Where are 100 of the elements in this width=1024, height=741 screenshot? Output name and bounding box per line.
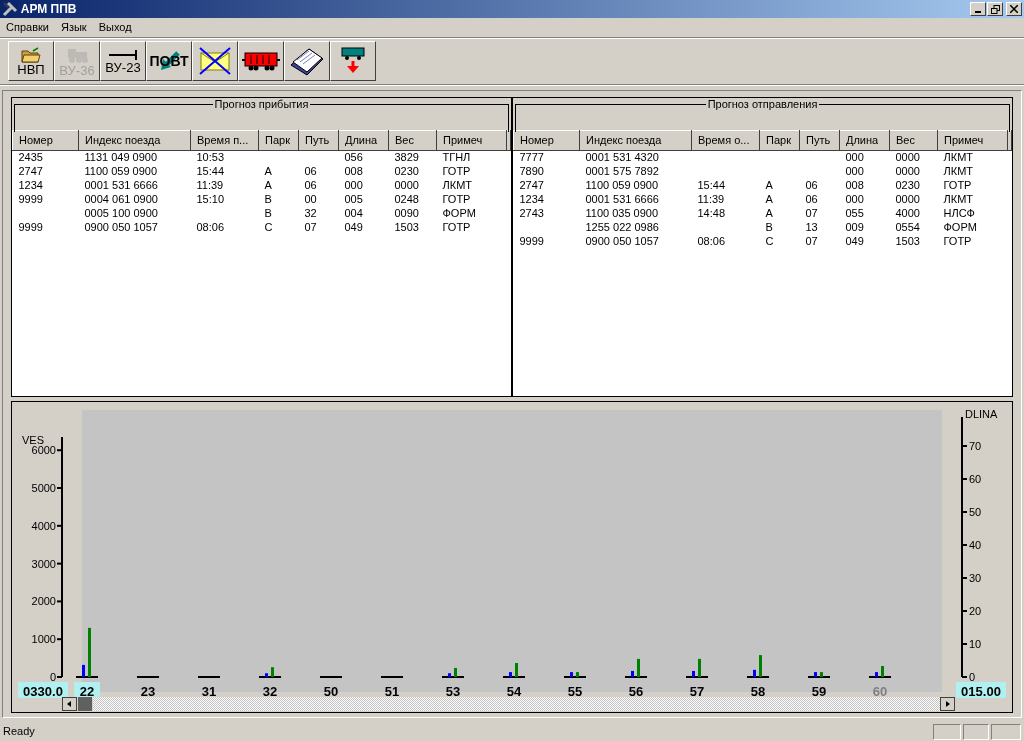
table-cell: ЛКМТ bbox=[442, 178, 472, 191]
column-header[interactable]: Вес bbox=[388, 130, 437, 150]
column-header[interactable]: Путь bbox=[799, 130, 840, 150]
window-title: АРМ ППВ bbox=[20, 1, 77, 18]
table-cell: 1255 022 0986 bbox=[585, 220, 659, 233]
table-cell: 009 bbox=[845, 220, 864, 233]
table-cell: ТГНЛ bbox=[442, 150, 471, 163]
table-cell: 056 bbox=[344, 150, 363, 163]
column-header[interactable]: Примеч bbox=[937, 130, 1008, 150]
table-cell: А bbox=[264, 164, 272, 177]
column-header[interactable]: Номер bbox=[513, 130, 580, 150]
table-cell: 07 bbox=[304, 220, 317, 233]
toolbar-button[interactable] bbox=[238, 41, 284, 81]
category-label[interactable]: 55 bbox=[567, 684, 583, 699]
column-header[interactable]: Индекс поезда bbox=[78, 130, 191, 150]
column-header[interactable]: Парк bbox=[759, 130, 800, 150]
status-pane bbox=[933, 723, 961, 740]
category-label[interactable]: 31 bbox=[201, 684, 217, 699]
table-cell: ГОТР bbox=[442, 164, 471, 177]
column-header[interactable]: Длина bbox=[338, 130, 389, 150]
category-label[interactable]: 57 bbox=[689, 684, 705, 699]
category-label[interactable]: 53 bbox=[445, 684, 461, 699]
column-header[interactable]: Номер bbox=[12, 130, 79, 150]
table-cell: 0000 bbox=[394, 178, 419, 191]
tick-label: 70 bbox=[969, 440, 982, 452]
category-label[interactable]: 54 bbox=[506, 684, 522, 699]
table-cell: 15:10 bbox=[196, 192, 225, 205]
tick-label: 40 bbox=[969, 539, 982, 551]
table-cell: С bbox=[264, 220, 273, 233]
menu-item[interactable]: Справки bbox=[0, 17, 55, 38]
table-cell: 1234 bbox=[18, 178, 43, 191]
table-cell: А bbox=[264, 178, 272, 191]
panel-title: Прогноз отправления bbox=[705, 98, 820, 110]
table-cell: 008 bbox=[845, 178, 864, 191]
column-header[interactable]: Парк bbox=[258, 130, 299, 150]
category-label[interactable]: 50 bbox=[323, 684, 339, 699]
line-end-icon bbox=[108, 48, 138, 61]
toolbar-button[interactable]: НВП bbox=[8, 41, 54, 81]
toolbar-button[interactable]: ВУ-23 bbox=[100, 41, 146, 81]
column-header[interactable]: Время о... bbox=[691, 130, 760, 150]
column-header[interactable]: Индекс поезда bbox=[579, 130, 692, 150]
axis-label: VES bbox=[22, 434, 44, 446]
table-cell: ЛКМТ bbox=[943, 164, 973, 177]
table-cell: ГОТР bbox=[442, 220, 471, 233]
column-header[interactable]: Вес bbox=[889, 130, 938, 150]
table-cell: 1100 059 0900 bbox=[585, 178, 659, 191]
table-cell: 1503 bbox=[394, 220, 419, 233]
category-label[interactable]: 22 bbox=[74, 682, 100, 699]
table-cell: 000 bbox=[344, 178, 363, 191]
close-button[interactable] bbox=[1006, 2, 1022, 16]
category-label[interactable]: 51 bbox=[384, 684, 400, 699]
status-pane bbox=[963, 723, 989, 740]
toolbar-button[interactable] bbox=[284, 41, 330, 81]
table-cell: А bbox=[765, 192, 773, 205]
menu-item[interactable]: Выход bbox=[92, 17, 138, 38]
column-header[interactable]: Примеч bbox=[436, 130, 507, 150]
table-cell: 0001 531 6666 bbox=[84, 178, 158, 191]
table-cell: 005 bbox=[344, 192, 363, 205]
menu-item[interactable]: Язык bbox=[54, 17, 93, 38]
table-cell: 1503 bbox=[895, 234, 920, 247]
table-cell: В bbox=[765, 220, 773, 233]
table-cell: 07 bbox=[805, 206, 818, 219]
category-label[interactable]: 59 bbox=[811, 684, 827, 699]
toolbar-button[interactable] bbox=[330, 41, 376, 81]
table-cell: 06 bbox=[805, 178, 818, 191]
scroll-thumb[interactable] bbox=[78, 697, 92, 711]
scroll-right-button[interactable] bbox=[940, 697, 955, 711]
table-cell: 9999 bbox=[18, 192, 43, 205]
table-cell: 0248 bbox=[394, 192, 419, 205]
table-cell: 15:44 bbox=[196, 164, 225, 177]
table-cell: 0001 531 4320 bbox=[585, 150, 659, 163]
tick-label: 30 bbox=[969, 572, 982, 584]
table-cell: 008 bbox=[344, 164, 363, 177]
table-cell: НЛСФ bbox=[943, 206, 975, 219]
table-cell: 055 bbox=[845, 206, 864, 219]
category-label[interactable]: 58 bbox=[750, 684, 766, 699]
category-label[interactable]: 56 bbox=[628, 684, 644, 699]
restore-button[interactable] bbox=[987, 2, 1004, 16]
close-icon bbox=[1010, 5, 1018, 13]
table-cell: 08:06 bbox=[196, 220, 225, 233]
column-header[interactable]: Путь bbox=[298, 130, 339, 150]
wagon-icon bbox=[241, 49, 281, 73]
status-text: Ready bbox=[3, 724, 36, 740]
column-header[interactable]: Длина bbox=[839, 130, 890, 150]
column-header[interactable]: Время п... bbox=[190, 130, 259, 150]
table-cell: 2743 bbox=[519, 206, 544, 219]
category-label[interactable]: 23 bbox=[140, 684, 156, 699]
table-cell: 7777 bbox=[519, 150, 544, 163]
toolbar-button[interactable] bbox=[192, 41, 238, 81]
table-cell: 1100 035 0900 bbox=[585, 206, 659, 219]
panel-title: Прогноз прибытия bbox=[212, 98, 311, 110]
minimize-button[interactable] bbox=[970, 2, 987, 16]
table-cell: 15:44 bbox=[697, 178, 726, 191]
category-label[interactable]: 32 bbox=[262, 684, 278, 699]
tick-label: 5000 bbox=[31, 482, 56, 494]
table-cell: 004 bbox=[344, 206, 363, 219]
tick-label: 20 bbox=[969, 605, 982, 617]
tick-label: 2000 bbox=[31, 595, 56, 608]
table-cell: 11:39 bbox=[196, 178, 224, 191]
scroll-left-button[interactable] bbox=[62, 697, 77, 711]
